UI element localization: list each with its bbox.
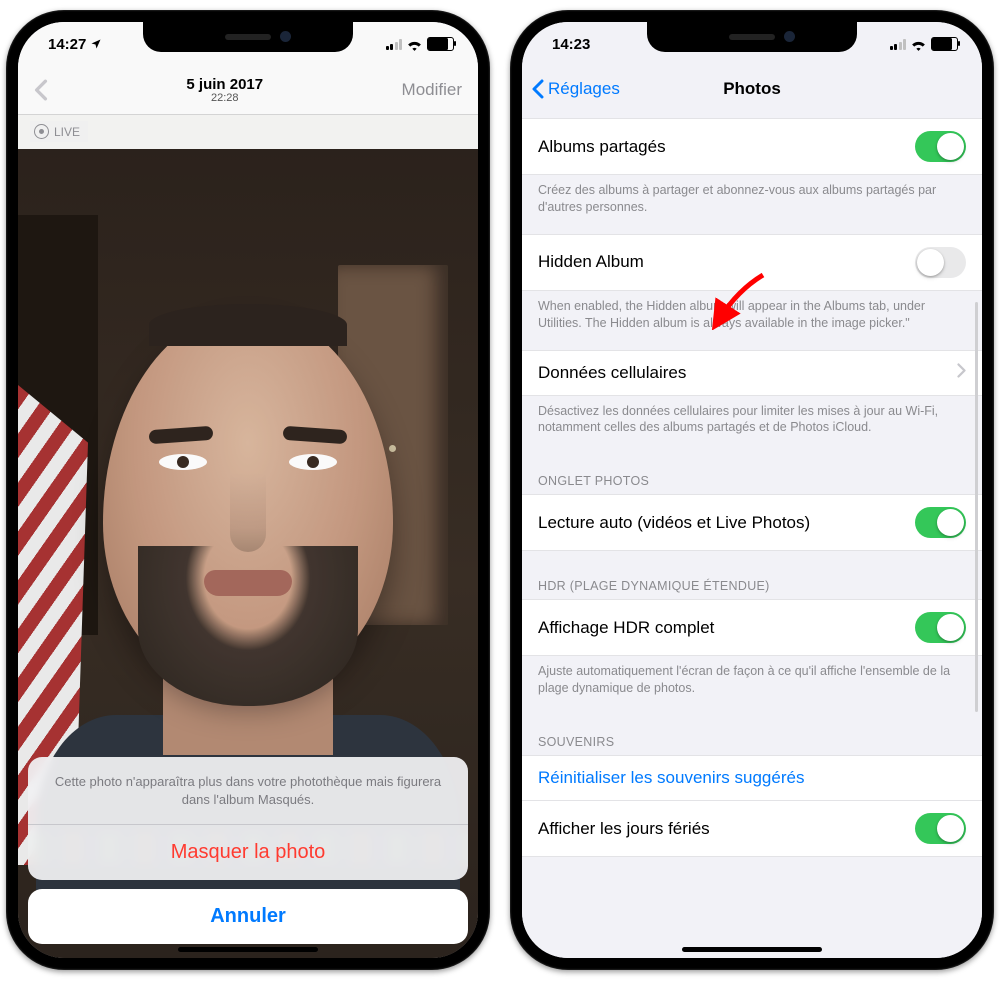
chevron-left-icon bbox=[532, 79, 544, 99]
phone-photos-app: 14:27 5 juin 2017 22:28 Modifier bbox=[6, 10, 490, 970]
hidden-album-toggle[interactable] bbox=[915, 247, 966, 278]
cellular-data-footer: Désactivez les données cellulaires pour … bbox=[522, 396, 982, 455]
status-time: 14:27 bbox=[48, 36, 86, 53]
cellular-data-cell[interactable]: Données cellulaires bbox=[522, 350, 982, 396]
wifi-icon bbox=[910, 38, 927, 51]
status-time: 14:23 bbox=[552, 36, 590, 53]
hide-photo-action-sheet: Cette photo n'apparaîtra plus dans votre… bbox=[28, 757, 468, 944]
shared-albums-cell[interactable]: Albums partagés bbox=[522, 118, 982, 175]
action-sheet-message: Cette photo n'apparaîtra plus dans votre… bbox=[28, 757, 468, 824]
phone-settings-app: 14:23 Réglages Photos bbox=[510, 10, 994, 970]
holidays-cell[interactable]: Afficher les jours fériés bbox=[522, 801, 982, 857]
nav-title: Photos bbox=[723, 79, 781, 99]
cell-signal-icon bbox=[386, 39, 403, 50]
photo-nav-bar: 5 juin 2017 22:28 Modifier bbox=[18, 66, 478, 115]
battery-icon bbox=[931, 37, 958, 51]
cancel-button[interactable]: Annuler bbox=[28, 889, 468, 944]
hdr-toggle[interactable] bbox=[915, 612, 966, 643]
chevron-left-icon bbox=[34, 79, 48, 101]
autoplay-cell[interactable]: Lecture auto (vidéos et Live Photos) bbox=[522, 494, 982, 551]
wifi-icon bbox=[406, 38, 423, 51]
shared-albums-footer: Créez des albums à partager et abonnez-v… bbox=[522, 175, 982, 234]
shared-albums-label: Albums partagés bbox=[538, 137, 666, 157]
hdr-label: Affichage HDR complet bbox=[538, 618, 714, 638]
holidays-label: Afficher les jours fériés bbox=[538, 819, 710, 839]
reset-memories-label: Réinitialiser les souvenirs suggérés bbox=[538, 768, 804, 788]
home-indicator[interactable] bbox=[178, 947, 318, 952]
autoplay-toggle[interactable] bbox=[915, 507, 966, 538]
hidden-album-footer: When enabled, the Hidden album will appe… bbox=[522, 291, 982, 350]
home-indicator[interactable] bbox=[682, 947, 822, 952]
edit-button[interactable]: Modifier bbox=[402, 80, 462, 100]
live-photo-badge: LIVE bbox=[30, 121, 88, 142]
section-photos-tab: ONGLET PHOTOS bbox=[522, 454, 982, 494]
hdr-cell[interactable]: Affichage HDR complet bbox=[522, 599, 982, 656]
photo-date: 5 juin 2017 bbox=[186, 76, 263, 93]
settings-scroll[interactable]: Albums partagés Créez des albums à parta… bbox=[522, 112, 982, 958]
cellular-data-label: Données cellulaires bbox=[538, 363, 686, 383]
scroll-indicator bbox=[975, 302, 978, 712]
nav-back-button[interactable]: Réglages bbox=[532, 79, 620, 99]
reset-memories-cell[interactable]: Réinitialiser les souvenirs suggérés bbox=[522, 755, 982, 801]
live-icon bbox=[34, 124, 49, 139]
notch bbox=[143, 22, 353, 52]
chevron-right-icon bbox=[957, 363, 966, 383]
settings-nav-bar: Réglages Photos bbox=[522, 66, 982, 112]
photo-time: 22:28 bbox=[186, 92, 263, 104]
photo-viewer[interactable]: LIVE Cette photo n'apparaîtra plus dans … bbox=[18, 115, 478, 958]
nav-back-button[interactable] bbox=[34, 79, 48, 101]
hidden-album-cell[interactable]: Hidden Album bbox=[522, 234, 982, 291]
hide-photo-button[interactable]: Masquer la photo bbox=[28, 825, 468, 880]
shared-albums-toggle[interactable] bbox=[915, 131, 966, 162]
location-arrow-icon bbox=[90, 38, 102, 50]
nav-title: 5 juin 2017 22:28 bbox=[186, 76, 263, 104]
notch bbox=[647, 22, 857, 52]
cell-signal-icon bbox=[890, 39, 907, 50]
holidays-toggle[interactable] bbox=[915, 813, 966, 844]
hdr-footer: Ajuste automatiquement l'écran de façon … bbox=[522, 656, 982, 715]
hidden-album-label: Hidden Album bbox=[538, 252, 644, 272]
section-memories: SOUVENIRS bbox=[522, 715, 982, 755]
section-hdr: HDR (PLAGE DYNAMIQUE ÉTENDUE) bbox=[522, 551, 982, 599]
battery-icon bbox=[427, 37, 454, 51]
autoplay-label: Lecture auto (vidéos et Live Photos) bbox=[538, 513, 810, 533]
